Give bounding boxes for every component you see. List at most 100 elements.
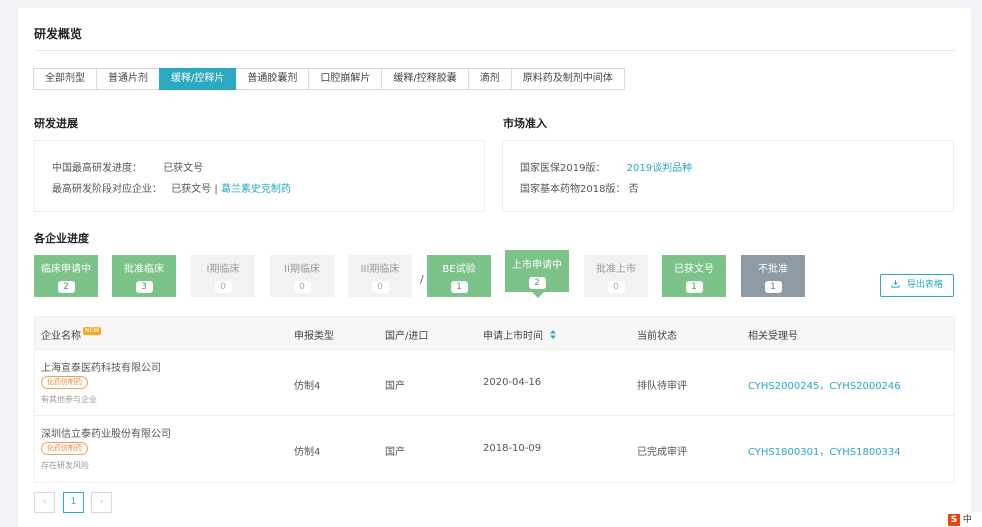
table-row: 上海宣泰医药科技有限公司 化药仿制药 有其他参与企业 仿制4 国产 2020-0… [35,350,954,416]
step-rejected[interactable]: 不批准 1 [741,255,805,297]
step-phase-3[interactable]: III期临床 0 [348,255,412,297]
tab-extended-release-capsule[interactable]: 缓释/控释胶囊 [381,68,469,90]
title-divider [34,50,955,51]
step-label: 不批准 [758,264,788,275]
step-label: 临床申请中 [41,264,91,275]
step-separator: / [420,273,424,286]
origin: 国产 [385,447,405,458]
step-count: 2 [57,281,75,293]
acceptance-link[interactable]: CYHS2000245 [748,381,819,392]
step-count: 0 [607,281,625,293]
tab-all[interactable]: 全部剂型 [33,68,97,90]
filing-date: 2020-04-16 [483,377,542,388]
sogou-logo-icon: S [948,514,960,526]
table-header: 企业名称NEW 申报类型 国产/进口 申请上市时间 当前状态 相关受理号 [35,317,954,350]
company-table: 企业名称NEW 申报类型 国产/进口 申请上市时间 当前状态 相关受理号 上海宣… [34,316,955,483]
acceptance-link[interactable]: CYHS1800301 [748,447,819,458]
highest-progress-label: 中国最高研发进度： [52,163,142,174]
highest-progress-row: 中国最高研发进度： 已获文号 [52,159,203,174]
step-label: III期临床 [360,264,400,275]
step-phase-1[interactable]: I期临床 0 [191,255,255,297]
tab-tablet[interactable]: 普通片剂 [96,68,160,90]
new-badge: NEW [83,327,102,335]
table-row: 深圳信立泰药业股份有限公司 化药仿制药 存在研发风险 仿制4 国产 2018-1… [35,416,954,482]
step-count: 0 [293,281,311,293]
essential-drug-label: 国家基本药物2018版： [520,184,626,195]
step-label: I期临床 [206,264,240,275]
step-label: 批准临床 [124,264,164,275]
nrdl-link[interactable]: 2019谈判品种 [627,163,692,174]
tab-extended-release-tablet[interactable]: 缓释/控释片 [159,68,237,90]
acceptance-separator: ， [819,447,830,458]
sort-icon[interactable] [550,330,557,342]
nrdl-label: 国家医保2019版： [520,163,606,174]
filing-type: 仿制4 [294,381,321,392]
step-count: 1 [450,281,468,293]
step-approval-number[interactable]: 已获文号 1 [662,255,726,297]
ime-mode: 中 [962,515,972,525]
step-count: 0 [371,281,389,293]
step-count: 1 [685,281,703,293]
acceptance-link[interactable]: CYHS1800334 [829,447,900,458]
col-origin: 国产/进口 [385,331,429,342]
export-table-button[interactable]: 导出表格 [880,274,954,297]
step-clinical-application[interactable]: 临床申请中 2 [34,255,98,297]
step-label: II期临床 [284,264,320,275]
col-status: 当前状态 [637,331,677,342]
acceptance-numbers: CYHS2000245，CYHS2000246 [748,377,901,392]
company-note: 存在研发风险 [41,461,89,470]
step-count: 3 [135,281,153,293]
highest-stage-company-link[interactable]: 葛兰素史克制药 [221,184,291,195]
step-marketing-application[interactable]: 上市申请中 2 [505,250,569,298]
rd-progress-box: 中国最高研发进度： 已获文号 最高研发阶段对应企业： 已获文号 | 葛兰素史克制… [34,140,485,212]
step-count: 0 [214,281,232,293]
company-link[interactable]: 上海宣泰医药科技有限公司 [41,359,161,374]
prev-page-button[interactable]: ‹ [34,492,55,513]
col-company: 企业名称NEW [41,327,102,342]
tab-capsule[interactable]: 普通胶囊剂 [235,68,310,90]
filing-type: 仿制4 [294,447,321,458]
origin: 国产 [385,381,405,392]
tab-drops[interactable]: 滴剂 [467,68,512,90]
current-status: 已完成审评 [637,447,687,458]
step-label: 批准上市 [596,264,636,275]
acceptance-link[interactable]: CYHS2000246 [829,381,900,392]
nrdl-row: 国家医保2019版： 2019谈判品种 [520,159,692,174]
rd-progress-title: 研发进展 [34,117,78,130]
filing-date: 2018-10-09 [483,443,542,454]
drug-type-tag: 化药仿制药 [41,376,88,389]
company-tag: 化药仿制药 [41,442,88,455]
tab-orally-disintegrating[interactable]: 口腔崩解片 [308,68,383,90]
next-page-button[interactable]: › [91,492,112,513]
overview-card: 研发概览 全部剂型 普通片剂 缓释/控释片 普通胶囊剂 口腔崩解片 缓释/控释胶… [18,8,971,527]
highest-stage-company-row: 最高研发阶段对应企业： 已获文号 | 葛兰素史克制药 [52,180,291,195]
step-label: 已获文号 [674,264,714,275]
col-date[interactable]: 申请上市时间 [483,327,557,342]
company-link[interactable]: 深圳信立泰药业股份有限公司 [41,425,171,440]
step-count: 2 [528,277,546,289]
step-marketing-approved[interactable]: 批准上市 0 [584,255,648,297]
essential-drug-row: 国家基本药物2018版： 否 [520,180,639,195]
step-clinical-approved[interactable]: 批准临床 3 [112,255,176,297]
dosage-form-tabs: 全部剂型 普通片剂 缓释/控释片 普通胶囊剂 口腔崩解片 缓释/控释胶囊 滴剂 … [33,68,625,90]
col-date-label: 申请上市时间 [483,331,543,342]
company-note: 有其他参与企业 [41,395,97,404]
col-type: 申报类型 [294,331,334,342]
col-company-label: 企业名称 [41,331,81,342]
ime-indicator[interactable]: S 中 [948,512,982,527]
company-progress-title: 各企业进度 [34,232,89,245]
market-access-box: 国家医保2019版： 2019谈判品种 国家基本药物2018版： 否 [502,140,954,212]
market-access-title: 市场准入 [503,117,547,130]
step-be-trial[interactable]: BE试验 1 [427,255,491,297]
export-table-label: 导出表格 [906,280,943,290]
highest-progress-value: 已获文号 [163,163,204,174]
essential-drug-value: 否 [628,184,639,195]
page-1-button[interactable]: 1 [63,492,84,513]
step-label: 上市申请中 [512,260,562,271]
current-status: 排队待审评 [637,381,687,392]
step-phase-2[interactable]: II期临床 0 [270,255,334,297]
tab-api-intermediate[interactable]: 原料药及制剂中间体 [510,68,625,90]
acceptance-separator: ， [819,381,830,392]
highest-stage-value: 已获文号 | [171,184,218,195]
step-label: BE试验 [442,264,476,275]
